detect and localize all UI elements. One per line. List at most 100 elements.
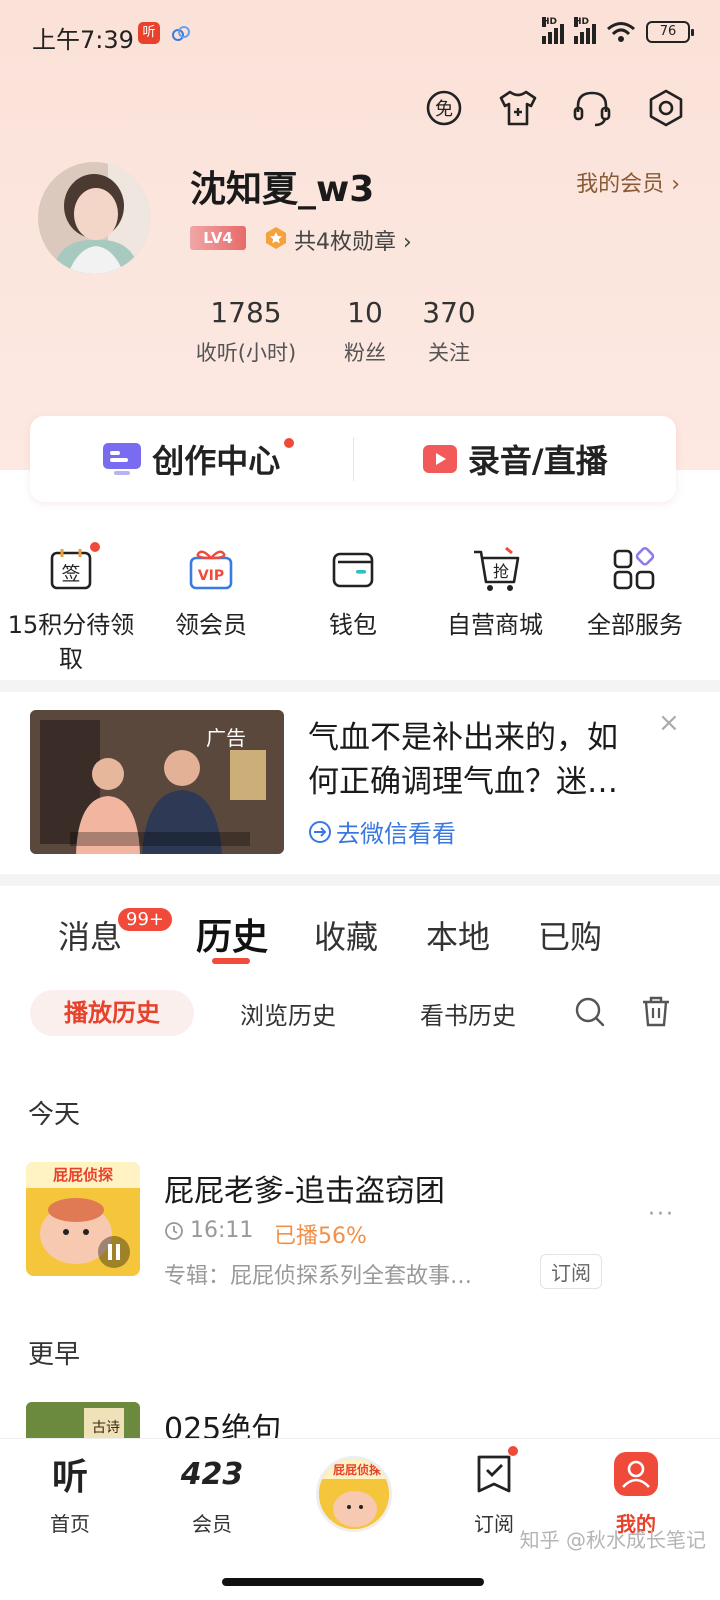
- history-item-cover[interactable]: 屁屁侦探: [26, 1162, 140, 1276]
- notification-dot: [508, 1446, 518, 1456]
- record-live-button[interactable]: 录音/直播: [354, 416, 677, 502]
- signal-icon: HD: [542, 17, 564, 44]
- ad-tag: 广告: [206, 726, 246, 750]
- history-item-cover[interactable]: 古诗: [26, 1402, 140, 1442]
- headset-icon[interactable]: [570, 86, 614, 130]
- video-icon: [422, 445, 457, 473]
- monitor-icon: [103, 443, 142, 475]
- medals-label: 共4枚勋章: [294, 230, 396, 255]
- cloud-icon: [172, 26, 190, 41]
- service-label: 领会员: [175, 611, 247, 639]
- service-mall[interactable]: 抢 自营商城: [430, 546, 560, 642]
- avatar[interactable]: [38, 162, 150, 274]
- stat-value: 1785: [210, 296, 282, 329]
- service-label: 全部服务: [587, 611, 683, 639]
- app-notification-icon: 听: [138, 22, 160, 44]
- grid-icon: [613, 547, 655, 590]
- stat-label: 收听(小时): [195, 341, 297, 365]
- tab-favorites[interactable]: 收藏: [314, 912, 378, 958]
- svg-text:签: 签: [61, 563, 80, 585]
- ad-link-label: 去微信看看: [336, 820, 456, 848]
- svg-text:古诗: 古诗: [92, 1420, 120, 1436]
- settings-icon[interactable]: [644, 86, 688, 130]
- nav-label: 首页: [50, 1512, 90, 1536]
- section-earlier: 更早: [28, 1340, 81, 1370]
- trash-icon[interactable]: [640, 994, 672, 1028]
- ad-title[interactable]: 气血不是补出来的，如何正确调理气血？迷…: [308, 716, 648, 804]
- sign-in-icon: 签: [50, 549, 92, 590]
- my-vip-label: 我的会员: [576, 172, 665, 197]
- stat-label: 粉丝: [344, 341, 386, 365]
- service-label: 钱包: [329, 611, 377, 639]
- home-indicator: [222, 1578, 484, 1586]
- shirt-icon[interactable]: [496, 86, 540, 130]
- my-vip-link[interactable]: 我的会员 ›: [576, 166, 680, 198]
- nav-label: 会员: [192, 1512, 232, 1536]
- medal-icon: [266, 227, 286, 249]
- creator-card: 创作中心 录音/直播: [30, 416, 676, 502]
- subtab-reading-history[interactable]: 看书历史: [420, 996, 516, 1031]
- service-label: 15积分待领取: [7, 611, 135, 673]
- service-get-vip[interactable]: VIP 领会员: [146, 546, 276, 642]
- record-live-label: 录音/直播: [467, 442, 608, 480]
- subscribe-button[interactable]: 订阅: [540, 1254, 602, 1289]
- subtab-play-history[interactable]: 播放历史: [30, 990, 194, 1036]
- vip-icon: 423: [180, 1456, 244, 1492]
- creation-center-label: 创作中心: [152, 442, 281, 480]
- history-item-album[interactable]: 专辑：屁屁侦探系列全套故事…: [164, 1258, 472, 1290]
- service-label: 自营商城: [447, 611, 543, 639]
- vip-gift-icon: VIP: [189, 550, 233, 590]
- svg-text:屁屁侦探: 屁屁侦探: [333, 1462, 381, 1477]
- username: 沈知夏_w3: [190, 169, 375, 210]
- service-points[interactable]: 签 15积分待领取: [6, 542, 136, 676]
- tab-messages[interactable]: 消息: [58, 912, 122, 958]
- history-item-duration: 16:11: [164, 1218, 253, 1243]
- tab-active-indicator: [212, 958, 250, 964]
- tab-local[interactable]: 本地: [426, 912, 490, 958]
- wifi-icon: [607, 22, 635, 42]
- tab-purchased[interactable]: 已购: [538, 912, 602, 958]
- shopping-cart-icon: 抢: [474, 546, 520, 591]
- service-wallet[interactable]: 钱包: [288, 546, 418, 642]
- profile-icon: [614, 1452, 658, 1496]
- section-divider: [0, 680, 720, 692]
- history-item-title[interactable]: 屁屁老爹-追击盗窃团: [164, 1166, 445, 1210]
- stat-listen-hours[interactable]: 1785 收听(小时): [186, 296, 306, 367]
- nav-vip[interactable]: 423 会员: [162, 1452, 262, 1537]
- service-all[interactable]: 全部服务: [570, 546, 700, 642]
- level-badge: LV4: [190, 226, 246, 250]
- notification-dot: [90, 542, 100, 552]
- notification-dot: [284, 438, 294, 448]
- medals-link[interactable]: 共4枚勋章 ›: [294, 224, 412, 256]
- status-time: 上午7:39: [32, 26, 134, 54]
- tab-history[interactable]: 历史: [196, 908, 268, 960]
- svg-text:屁屁侦探: 屁屁侦探: [53, 1166, 113, 1184]
- now-playing-button[interactable]: 屁屁侦探: [316, 1456, 392, 1532]
- svg-text:抢: 抢: [493, 562, 509, 581]
- close-icon[interactable]: ×: [658, 708, 680, 738]
- wallet-icon: [332, 552, 374, 588]
- signal-icon: HD: [574, 17, 596, 44]
- home-icon: 听: [51, 1457, 88, 1498]
- stat-following[interactable]: 370 关注: [414, 296, 484, 367]
- status-bar: 上午7:39 听 HD HD 76: [0, 0, 720, 70]
- section-divider: [0, 874, 720, 886]
- free-icon[interactable]: 免: [422, 86, 466, 130]
- stat-label: 关注: [428, 341, 470, 365]
- svg-text:VIP: VIP: [198, 568, 224, 584]
- stat-fans[interactable]: 10 粉丝: [330, 296, 400, 367]
- duration-value: 16:11: [190, 1218, 254, 1243]
- svg-text:免: 免: [435, 99, 453, 120]
- search-icon[interactable]: [574, 996, 606, 1028]
- section-today: 今天: [28, 1100, 81, 1130]
- nav-home[interactable]: 听 首页: [20, 1452, 120, 1537]
- chevron-right-icon: ›: [403, 230, 412, 255]
- creation-center-button[interactable]: 创作中心: [30, 416, 353, 502]
- header-toolbar: 免: [422, 86, 688, 130]
- more-icon[interactable]: ···: [648, 1202, 675, 1227]
- subtab-browse-history[interactable]: 浏览历史: [240, 996, 336, 1031]
- stat-value: 370: [422, 296, 476, 329]
- ad-wechat-link[interactable]: 去微信看看: [308, 814, 456, 849]
- history-item-progress: 已播56%: [274, 1224, 367, 1249]
- chevron-right-icon: ›: [671, 172, 680, 197]
